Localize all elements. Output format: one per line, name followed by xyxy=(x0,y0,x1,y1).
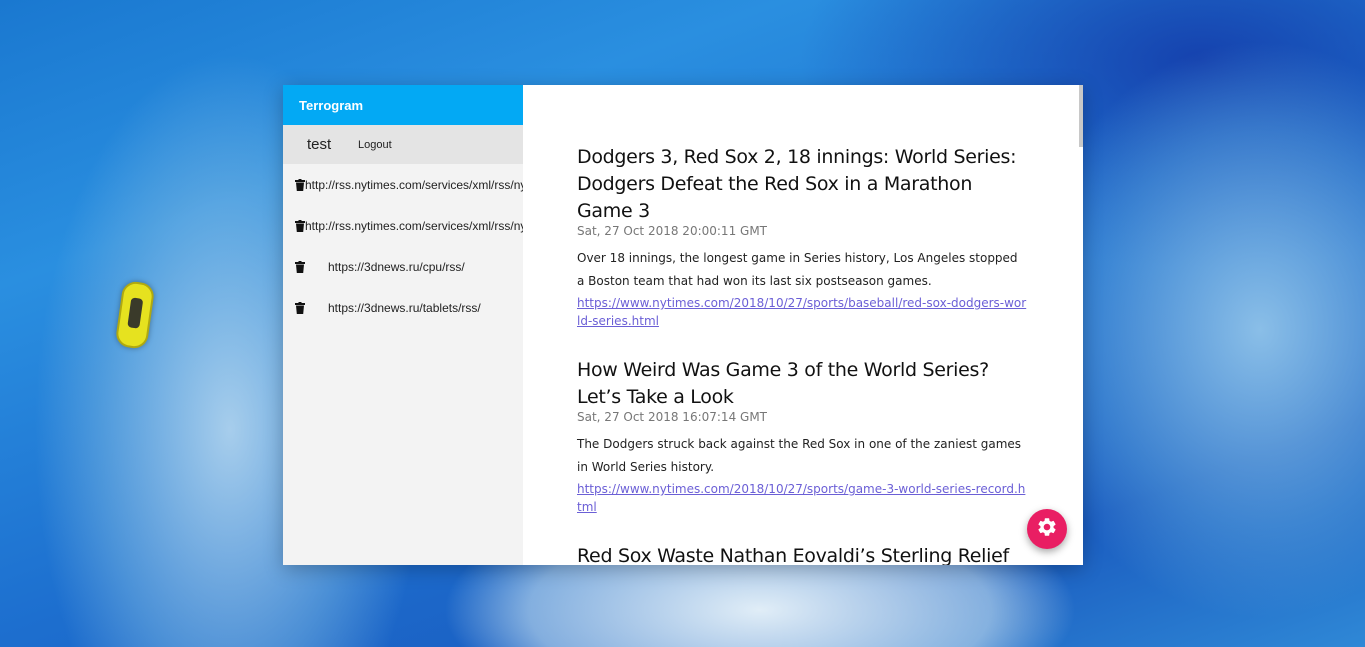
trash-icon[interactable] xyxy=(295,219,305,232)
app-title: Terrogram xyxy=(299,97,364,113)
article-date: Sat, 27 Oct 2018 16:07:14 GMT xyxy=(577,410,767,424)
article-link[interactable]: https://www.nytimes.com/2018/10/27/sport… xyxy=(577,480,1027,516)
app-window: Terrogram test Logout http://rss.nytimes… xyxy=(283,85,1083,565)
article-title: Dodgers 3, Red Sox 2, 18 innings: World … xyxy=(577,146,1017,222)
feed-url[interactable]: https://3dnews.ru/tablets/rss/ xyxy=(328,301,481,315)
article-list: Dodgers 3, Red Sox 2, 18 innings: World … xyxy=(577,144,1027,565)
feed-url[interactable]: http://rss.nytimes.com/services/xml/rss/… xyxy=(305,178,523,192)
article-link[interactable]: https://www.nytimes.com/2018/10/27/sport… xyxy=(577,294,1027,330)
gear-icon xyxy=(1036,516,1058,542)
username: test xyxy=(307,136,332,153)
feed-item[interactable]: http://rss.nytimes.com/services/xml/rss/… xyxy=(283,205,523,246)
user-bar: test Logout xyxy=(283,125,523,164)
app-bar: Terrogram xyxy=(283,85,523,125)
article: Red Sox Waste Nathan Eovaldi’s Sterling … xyxy=(577,543,1027,565)
settings-button[interactable] xyxy=(1027,509,1067,549)
article: How Weird Was Game 3 of the World Series… xyxy=(577,357,1027,516)
sidebar: Terrogram test Logout http://rss.nytimes… xyxy=(283,85,523,565)
feed-list: http://rss.nytimes.com/services/xml/rss/… xyxy=(283,164,523,328)
feed-item[interactable]: http://rss.nytimes.com/services/xml/rss/… xyxy=(283,164,523,205)
scrollbar-thumb[interactable] xyxy=(1079,85,1083,147)
article-title: How Weird Was Game 3 of the World Series… xyxy=(577,359,989,408)
article-title: Red Sox Waste Nathan Eovaldi’s Sterling … xyxy=(577,545,1009,565)
article-date: Sat, 27 Oct 2018 20:00:11 GMT xyxy=(577,224,767,238)
logout-button[interactable]: Logout xyxy=(358,139,392,151)
article-description: Over 18 innings, the longest game in Ser… xyxy=(577,251,1018,288)
articles-panel[interactable]: Dodgers 3, Red Sox 2, 18 innings: World … xyxy=(523,85,1083,565)
feed-item[interactable]: https://3dnews.ru/cpu/rss/ xyxy=(283,246,523,287)
feed-item[interactable]: https://3dnews.ru/tablets/rss/ xyxy=(283,287,523,328)
feed-url[interactable]: http://rss.nytimes.com/services/xml/rss/… xyxy=(305,219,523,233)
article-description: The Dodgers struck back against the Red … xyxy=(577,437,1022,474)
trash-icon[interactable] xyxy=(295,301,328,314)
article: Dodgers 3, Red Sox 2, 18 innings: World … xyxy=(577,144,1027,330)
trash-icon[interactable] xyxy=(295,260,328,273)
feed-url[interactable]: https://3dnews.ru/cpu/rss/ xyxy=(328,260,465,274)
trash-icon[interactable] xyxy=(295,178,305,191)
